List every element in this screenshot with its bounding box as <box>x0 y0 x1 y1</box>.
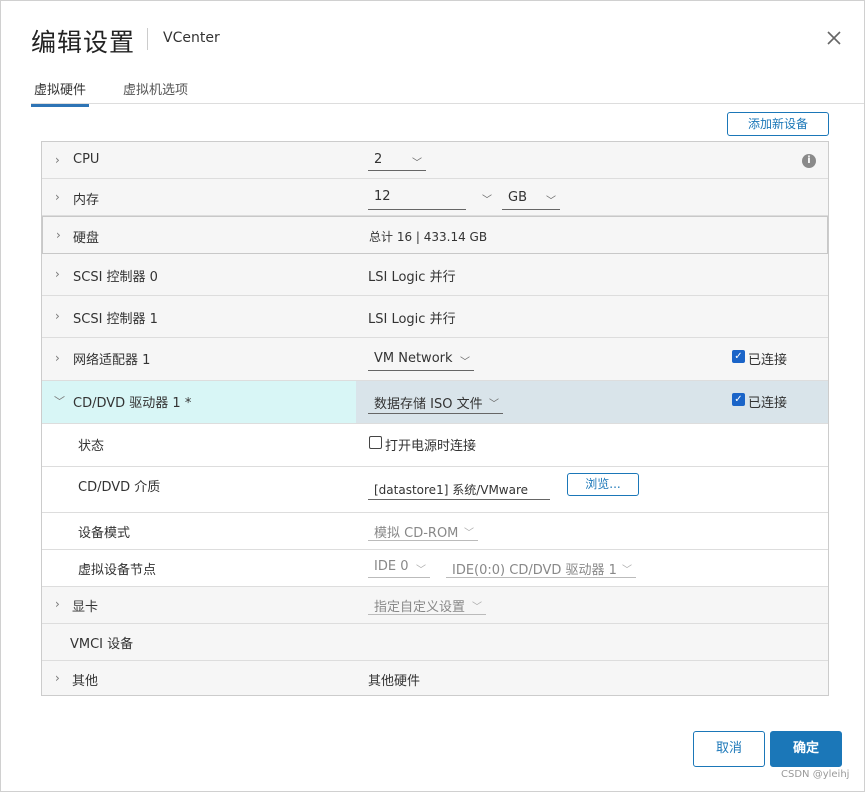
tab-bar: 虚拟硬件 虚拟机选项 <box>31 79 864 107</box>
edit-settings-dialog: 编辑设置 VCenter 虚拟硬件 虚拟机选项 添加新设备 › CPU 2 ﹀ … <box>0 0 865 792</box>
memory-unit-value: GB <box>508 190 527 205</box>
network-label: 网络适配器 1 <box>73 353 151 368</box>
device-node-bus-value: IDE 0 <box>374 559 409 574</box>
power-on-connect-label: 打开电源时连接 <box>385 439 477 454</box>
hardware-row-scsi1: › SCSI 控制器 1 LSI Logic 并行 <box>42 296 828 338</box>
network-connected-label: 已连接 <box>748 353 788 368</box>
dialog-subtitle: VCenter <box>163 30 220 46</box>
watermark: CSDN @yleihj <box>781 769 850 780</box>
chevron-right-icon[interactable]: › <box>55 351 60 365</box>
scsi0-label: SCSI 控制器 0 <box>73 270 158 285</box>
other-value: 其他硬件 <box>368 674 421 689</box>
chevron-down-icon: ﹀ <box>416 565 426 576</box>
cdrom-connected-checkbox[interactable]: ✓ <box>732 393 745 406</box>
add-new-device-button[interactable]: 添加新设备 <box>727 112 829 136</box>
chevron-right-icon[interactable]: › <box>55 671 60 685</box>
chevron-down-icon: ﹀ <box>472 602 482 613</box>
hardware-row-video: › 显卡 指定自定义设置 ﹀ <box>42 587 828 624</box>
memory-size-input[interactable]: 12 <box>368 187 466 210</box>
chevron-down-icon[interactable]: ﹀ <box>54 393 65 409</box>
memory-label: 内存 <box>73 193 100 208</box>
disk-summary: 总计 16 | 433.14 GB <box>369 230 488 244</box>
chevron-down-icon: ﹀ <box>622 565 632 576</box>
device-mode-label: 设备模式 <box>78 526 131 541</box>
chevron-down-icon: ﹀ <box>412 158 422 169</box>
cpu-label: CPU <box>73 152 100 167</box>
disk-label: 硬盘 <box>73 231 100 246</box>
dialog-title: 编辑设置 <box>31 28 136 57</box>
browse-button[interactable]: 浏览... <box>567 473 639 496</box>
scsi1-type: LSI Logic 并行 <box>368 312 456 327</box>
cdrom-node-row: 虚拟设备节点 IDE 0 ﹀ IDE(0:0) CD/DVD 驱动器 1 ﹀ <box>42 550 828 587</box>
video-settings-value: 指定自定义设置 <box>374 600 466 615</box>
hardware-row-disk: › 硬盘 总计 16 | 433.14 GB <box>42 216 828 254</box>
video-label: 显卡 <box>72 600 99 615</box>
close-icon[interactable] <box>823 27 845 49</box>
hardware-list: › CPU 2 ﹀ i › 内存 12 ﹀ GB ﹀ › 硬盘 总计 16 | … <box>41 141 829 696</box>
video-settings-select[interactable]: 指定自定义设置 ﹀ <box>368 593 486 615</box>
network-value: VM Network <box>374 351 453 366</box>
chevron-right-icon[interactable]: › <box>56 228 61 242</box>
hardware-row-other: › 其他 其他硬件 <box>42 661 828 695</box>
cpu-count-select[interactable]: 2 ﹀ <box>368 150 426 171</box>
chevron-down-icon: ﹀ <box>460 357 470 368</box>
tab-vm-options[interactable]: 虚拟机选项 <box>120 79 191 104</box>
scsi1-label: SCSI 控制器 1 <box>73 312 158 327</box>
hardware-row-network: › 网络适配器 1 VM Network ﹀ ✓ 已连接 <box>42 338 828 381</box>
chevron-right-icon[interactable]: › <box>55 190 60 204</box>
media-path-value: [datastore1] 系统/VMware <box>374 483 529 497</box>
title-separator <box>147 28 148 50</box>
device-mode-select[interactable]: 模拟 CD-ROM ﹀ <box>368 519 478 541</box>
chevron-down-icon: ﹀ <box>489 399 499 410</box>
cancel-button[interactable]: 取消 <box>693 731 765 767</box>
chevron-down-icon: ﹀ <box>546 196 556 207</box>
cdrom-type-value: 数据存储 ISO 文件 <box>374 397 483 412</box>
chevron-right-icon[interactable]: › <box>55 153 60 167</box>
hardware-row-scsi0: › SCSI 控制器 0 LSI Logic 并行 <box>42 254 828 296</box>
other-label: 其他 <box>72 674 99 689</box>
cdrom-type-select[interactable]: 数据存储 ISO 文件 ﹀ <box>368 390 503 414</box>
tab-virtual-hardware[interactable]: 虚拟硬件 <box>31 79 90 107</box>
media-label: CD/DVD 介质 <box>78 480 161 495</box>
cdrom-status-row: 状态 打开电源时连接 <box>42 424 828 467</box>
cdrom-label: CD/DVD 驱动器 1 * <box>73 396 192 411</box>
scsi0-type: LSI Logic 并行 <box>368 270 456 285</box>
hardware-row-cdrom: ﹀ CD/DVD 驱动器 1 * 数据存储 ISO 文件 ﹀ ✓ 已连接 <box>42 381 828 424</box>
vmci-label: VMCI 设备 <box>70 637 134 652</box>
chevron-down-icon[interactable]: ﹀ <box>482 191 492 206</box>
hardware-row-vmci: VMCI 设备 <box>42 624 828 661</box>
cdrom-device-mode-row: 设备模式 模拟 CD-ROM ﹀ <box>42 513 828 550</box>
device-node-label: 虚拟设备节点 <box>78 563 157 578</box>
hardware-row-cpu: › CPU 2 ﹀ i <box>42 142 828 179</box>
memory-unit-select[interactable]: GB ﹀ <box>502 187 560 210</box>
device-node-slot-value: IDE(0:0) CD/DVD 驱动器 1 <box>452 563 617 578</box>
network-select[interactable]: VM Network ﹀ <box>368 349 474 371</box>
chevron-right-icon[interactable]: › <box>55 597 60 611</box>
cpu-count-value: 2 <box>374 152 383 167</box>
chevron-right-icon[interactable]: › <box>55 309 60 323</box>
device-mode-value: 模拟 CD-ROM <box>374 526 459 541</box>
info-icon[interactable]: i <box>802 154 816 168</box>
device-node-bus-select[interactable]: IDE 0 ﹀ <box>368 556 430 578</box>
ok-button[interactable]: 确定 <box>770 731 842 767</box>
cdrom-media-row: CD/DVD 介质 [datastore1] 系统/VMware 浏览... <box>42 467 828 513</box>
chevron-down-icon: ﹀ <box>464 528 474 539</box>
status-label: 状态 <box>78 439 105 454</box>
device-node-slot-select[interactable]: IDE(0:0) CD/DVD 驱动器 1 ﹀ <box>446 556 636 578</box>
network-connected-checkbox[interactable]: ✓ <box>732 350 745 363</box>
hardware-row-memory: › 内存 12 ﹀ GB ﹀ <box>42 179 828 216</box>
cdrom-connected-label: 已连接 <box>748 396 788 411</box>
power-on-connect-checkbox[interactable] <box>369 436 382 449</box>
memory-size-value: 12 <box>374 189 391 204</box>
media-path-input[interactable]: [datastore1] 系统/VMware <box>368 477 550 500</box>
chevron-right-icon[interactable]: › <box>55 267 60 281</box>
